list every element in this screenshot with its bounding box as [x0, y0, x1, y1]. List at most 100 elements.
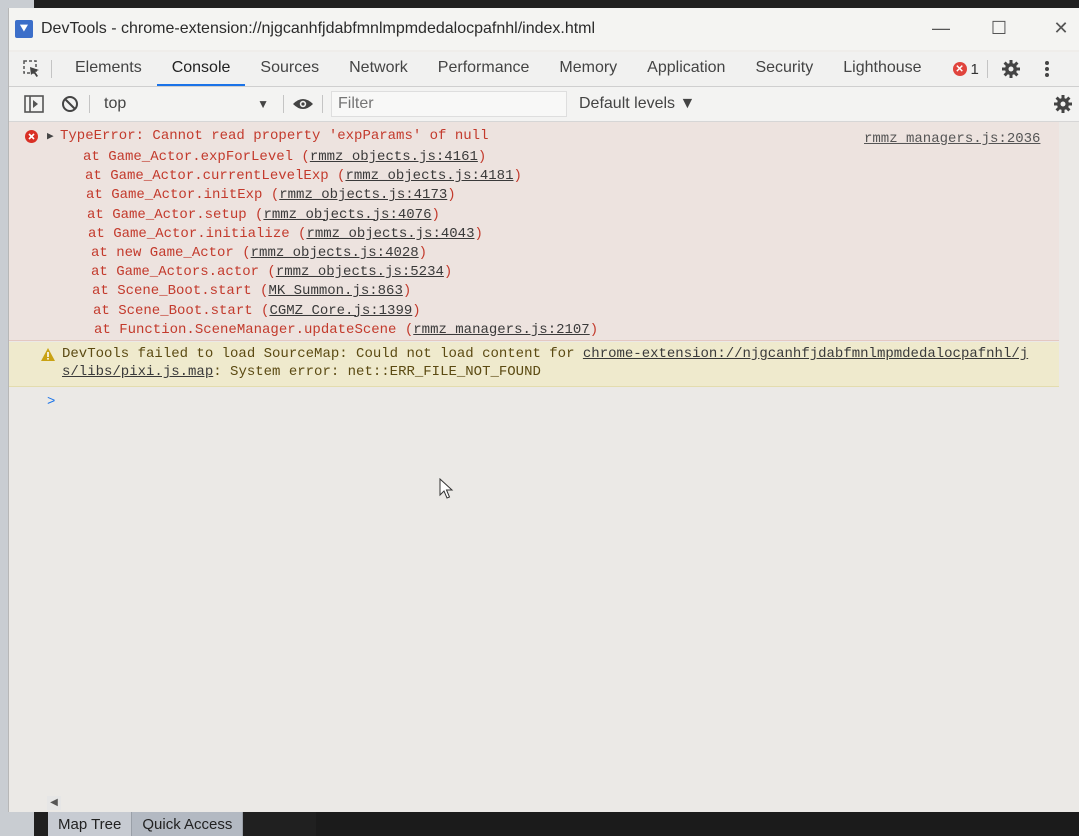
stack-frame-close: ) — [447, 187, 456, 204]
console-settings-gear-icon[interactable] — [1052, 93, 1074, 115]
tab-application[interactable]: Application — [632, 52, 740, 86]
stack-frame-text: at Function.SceneManager.updateScene ( — [94, 321, 414, 338]
console-warning-message: DevTools failed to load SourceMap: Could… — [9, 342, 1059, 387]
stack-frame-close: ) — [402, 283, 412, 300]
context-label: top — [104, 95, 127, 112]
stack-frame: at Function.SceneManager.updateScene (rm… — [94, 322, 598, 338]
photo-screen: ⯆ DevTools - chrome-extension://njgcanhf… — [0, 0, 1079, 836]
stack-frame: at Game_Actor.expForLevel (rmmz_objects.… — [83, 149, 486, 165]
warning-text: DevTools failed to load SourceMap: Could… — [62, 346, 583, 362]
warning-icon — [41, 348, 55, 361]
stack-frame-close: ) — [412, 302, 421, 319]
log-levels-dropdown[interactable]: Default levels ▼ — [579, 95, 695, 113]
stack-frame-link[interactable]: CGMZ_Core.js:1399 — [269, 303, 412, 319]
tab-elements[interactable]: Elements — [60, 52, 157, 86]
sourcemap-link[interactable]: chrome-extension://njgcanhfjdabfmnlmpmde… — [583, 346, 1028, 362]
stack-frame-text: at Game_Actor.initExp ( — [86, 187, 280, 204]
settings-gear-icon[interactable] — [1000, 58, 1022, 80]
tab-network[interactable]: Network — [334, 52, 423, 86]
stack-frame-close: ) — [589, 321, 599, 338]
error-text: TypeError: Cannot read property 'expPara… — [60, 128, 489, 144]
stack-frame-link[interactable]: rmmz_objects.js:4181 — [345, 168, 513, 184]
stack-frame-link[interactable]: rmmz_objects.js:4028 — [251, 245, 419, 261]
panel-tab-bar: Elements Console Sources Network Perform… — [9, 52, 1079, 87]
stack-frame-text: at Scene_Boot.start ( — [93, 302, 270, 319]
stack-frame-link[interactable]: rmmz_objects.js:4043 — [306, 226, 474, 242]
chevron-down-icon: ▼ — [257, 97, 269, 111]
console-toolbar: top ▼ Default levels ▼ — [9, 87, 1079, 122]
tab-memory[interactable]: Memory — [544, 52, 632, 86]
window-title: DevTools - chrome-extension://njgcanhfjd… — [41, 20, 596, 37]
more-vert-icon[interactable] — [1036, 58, 1058, 80]
bottom-tab-strip: Map Tree Quick Access — [48, 812, 244, 836]
stack-frame-text: at Scene_Boot.start ( — [92, 283, 269, 300]
mouse-cursor-icon — [439, 478, 454, 499]
sidebar-toggle-icon[interactable] — [23, 93, 45, 115]
tab-quick-access[interactable]: Quick Access — [132, 812, 244, 836]
stack-frame-text: at Game_Actor.setup ( — [87, 206, 264, 223]
stack-frame-text: at Game_Actors.actor ( — [91, 264, 276, 281]
warning-error-text: : System error: net::ERR_FILE_NOT_FOUND — [213, 364, 541, 380]
minimize-button[interactable]: — — [929, 18, 953, 39]
stack-frame-link[interactable]: rmmz_managers.js:2107 — [413, 322, 589, 338]
stack-frame: at Game_Actor.currentLevelExp (rmmz_obje… — [85, 168, 522, 184]
toolbar-divider — [986, 60, 988, 78]
console-output: ▶ TypeError: Cannot read property 'expPa… — [9, 122, 1079, 812]
stack-frame-link[interactable]: rmmz_objects.js:4173 — [279, 187, 447, 203]
expand-arrow-icon[interactable]: ▶ — [47, 129, 54, 143]
context-selector[interactable]: top ▼ — [98, 95, 269, 113]
console-error-message: ▶ TypeError: Cannot read property 'expPa… — [9, 122, 1059, 341]
stack-frame: at new Game_Actor (rmmz_objects.js:4028) — [91, 245, 427, 261]
clear-console-icon[interactable] — [59, 93, 81, 115]
close-button[interactable]: ✕ — [1049, 18, 1073, 39]
toolbar-divider — [322, 95, 323, 113]
tab-console[interactable]: Console — [156, 52, 246, 86]
stack-frame: at Game_Actor.initExp (rmmz_objects.js:4… — [86, 187, 456, 203]
warning-line-2: s/libs/pixi.js.map: System error: net::E… — [62, 364, 541, 380]
stack-frame: at Scene_Boot.start (MK_Summon.js:863) — [92, 283, 411, 299]
stack-frame: at Scene_Boot.start (CGMZ_Core.js:1399) — [93, 303, 421, 319]
error-count: 1 — [970, 60, 979, 78]
sourcemap-link-cont[interactable]: s/libs/pixi.js.map — [62, 364, 213, 380]
error-count-badge[interactable]: ✕ 1 — [952, 60, 979, 78]
title-bar: ⯆ DevTools - chrome-extension://njgcanhf… — [9, 8, 1079, 50]
stack-frame: at Game_Actors.actor (rmmz_objects.js:52… — [91, 264, 452, 280]
inspect-element-icon[interactable] — [21, 58, 43, 80]
error-source-link[interactable]: rmmz_managers.js:2036 — [864, 131, 1040, 147]
console-prompt[interactable]: > — [47, 394, 55, 410]
tab-security[interactable]: Security — [740, 52, 828, 86]
error-icon — [25, 130, 38, 143]
bezel-bar — [316, 812, 1079, 836]
toolbar-divider — [89, 95, 90, 113]
stack-frame: at Game_Actor.setup (rmmz_objects.js:407… — [87, 207, 440, 223]
error-badge-icon: ✕ — [952, 62, 967, 76]
maximize-button[interactable]: ☐ — [987, 18, 1011, 39]
stack-frame-link[interactable]: rmmz_objects.js:4076 — [263, 207, 431, 223]
tab-map-tree[interactable]: Map Tree — [48, 812, 133, 836]
toolbar-divider — [51, 60, 52, 78]
eye-icon[interactable] — [292, 93, 314, 115]
stack-frame-text: at Game_Actor.currentLevelExp ( — [85, 168, 346, 185]
devtools-window: ⯆ DevTools - chrome-extension://njgcanhf… — [8, 8, 1079, 812]
stack-frame-text: at Game_Actor.initialize ( — [88, 225, 307, 242]
stack-frame-text: at Game_Actor.expForLevel ( — [83, 149, 310, 165]
stack-frame: at Game_Actor.initialize (rmmz_objects.j… — [88, 226, 483, 242]
devtools-app-icon: ⯆ — [15, 20, 33, 38]
stack-frame-close: ) — [443, 264, 453, 281]
stack-frame-link[interactable]: rmmz_objects.js:5234 — [276, 264, 444, 280]
tab-performance[interactable]: Performance — [423, 52, 545, 86]
stack-frame-close: ) — [513, 168, 522, 185]
stack-frame-close: ) — [474, 225, 483, 242]
stack-frame-close: ) — [477, 149, 487, 165]
tab-sources[interactable]: Sources — [245, 52, 334, 86]
stack-frame-link[interactable]: MK_Summon.js:863 — [268, 283, 402, 299]
stack-frame-link[interactable]: rmmz_objects.js:4161 — [310, 149, 478, 165]
stack-frame-close: ) — [431, 206, 440, 223]
tab-lighthouse[interactable]: Lighthouse — [828, 52, 936, 86]
stack-frame-text: at new Game_Actor ( — [91, 245, 251, 261]
toolbar-divider — [283, 95, 284, 113]
filter-input[interactable] — [331, 91, 567, 117]
stack-frame-close: ) — [418, 245, 428, 261]
scroll-left-arrow-icon[interactable]: ◀ — [47, 796, 61, 810]
warning-line-1: DevTools failed to load SourceMap: Could… — [62, 346, 1028, 362]
